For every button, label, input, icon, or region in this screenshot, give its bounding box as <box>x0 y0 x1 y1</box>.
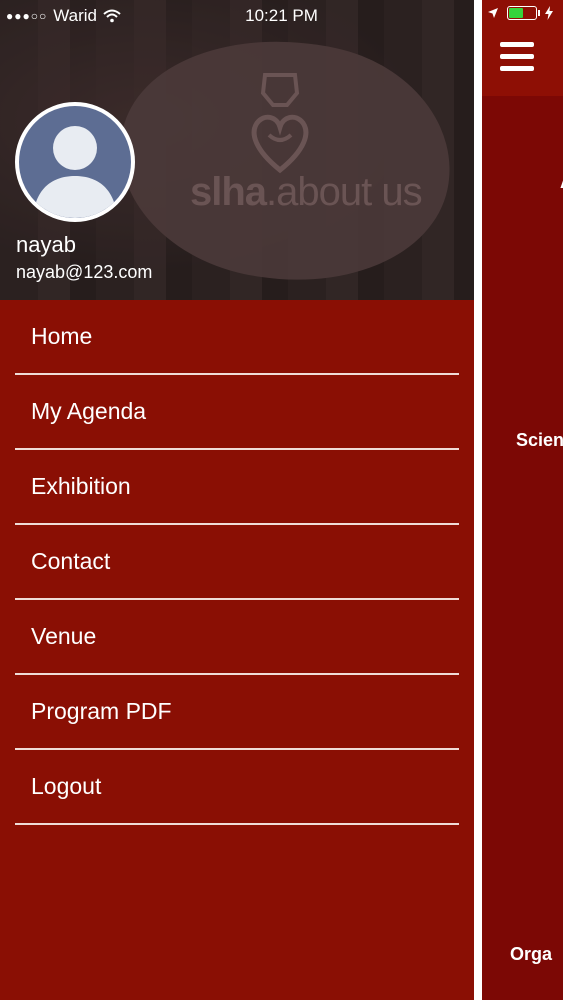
user-name: nayab <box>16 232 76 257</box>
logo-text: slha.about us <box>190 170 423 214</box>
navigation-drawer: slha.about us nayab nayab@123.com Home M… <box>0 0 474 1000</box>
drawer-header: slha.about us nayab nayab@123.com <box>0 0 474 300</box>
menu-item-home[interactable]: Home <box>15 300 459 375</box>
hamburger-menu-icon[interactable] <box>500 42 534 72</box>
battery-icon <box>507 6 540 20</box>
status-right <box>487 6 553 20</box>
main-section-label: Orga <box>510 944 553 964</box>
menu-item-program-pdf[interactable]: Program PDF <box>15 675 459 750</box>
menu-item-exhibition[interactable]: Exhibition <box>15 450 459 525</box>
main-content[interactable]: A Scien Orga <box>474 0 563 1000</box>
drawer-menu: Home My Agenda Exhibition Contact Venue … <box>0 300 474 825</box>
avatar-silhouette-icon <box>33 126 117 218</box>
menu-item-venue[interactable]: Venue <box>15 600 459 675</box>
menu-item-my-agenda[interactable]: My Agenda <box>15 375 459 450</box>
status-time: 10:21 PM <box>245 6 318 25</box>
divider <box>474 0 482 1000</box>
main-section-label: Scien <box>516 430 563 450</box>
charging-icon <box>545 6 553 20</box>
menu-item-contact[interactable]: Contact <box>15 525 459 600</box>
avatar[interactable] <box>15 102 135 222</box>
user-email: nayab@123.com <box>16 262 153 282</box>
logo-lion-heart-icon <box>251 73 309 174</box>
location-arrow-icon <box>488 8 498 18</box>
menu-item-logout[interactable]: Logout <box>15 750 459 825</box>
status-bar: ●●●○○ Warid 10:21 PM <box>0 0 563 32</box>
